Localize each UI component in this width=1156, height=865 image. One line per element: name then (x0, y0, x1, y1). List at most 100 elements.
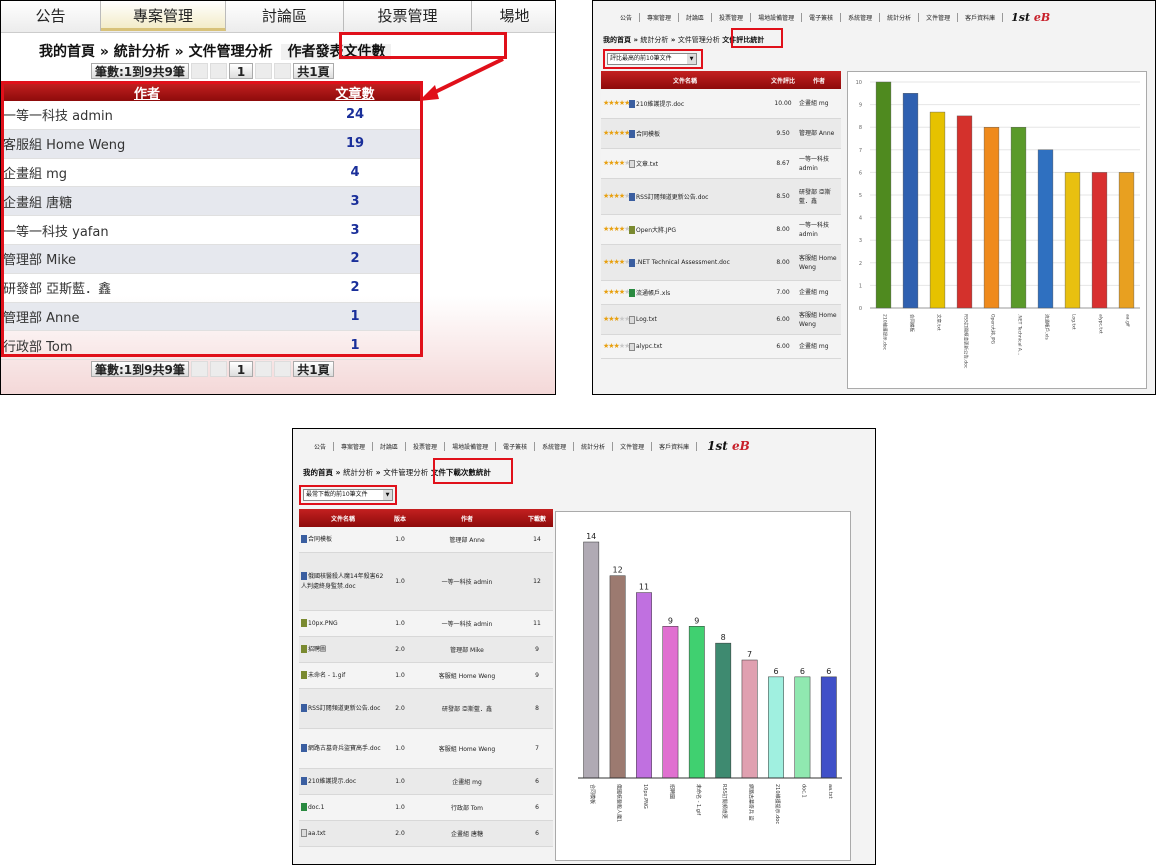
column-header-version[interactable]: 版本 (387, 514, 413, 523)
next-page-button[interactable] (255, 361, 273, 377)
file-name-link[interactable]: Open大將.JPG (636, 225, 676, 234)
last-page-button[interactable] (274, 63, 292, 79)
breadcrumb-file-mgmt[interactable]: 文件管理分析 (189, 44, 273, 60)
nav-item[interactable]: 系統管理 (841, 12, 881, 22)
next-page-button[interactable] (255, 63, 273, 79)
nav-item[interactable]: 場地設備管理 (751, 12, 803, 22)
bar[interactable] (983, 127, 1000, 309)
filename-cell: ★★★★★ RSS訂閱頻道更新公告.doc (601, 192, 769, 201)
file-name-link[interactable]: 10px.PNG (308, 620, 338, 627)
nav-item[interactable]: 電子簽核 (496, 441, 536, 451)
bar[interactable] (875, 81, 892, 309)
last-page-button[interactable] (274, 361, 292, 377)
breadcrumb-file-mgmt[interactable]: 文件管理分析 (383, 468, 428, 477)
bar[interactable] (1037, 149, 1054, 309)
column-header-author[interactable]: 作者 (797, 76, 841, 85)
file-name-link[interactable]: 俄國核醫殺人魔14年殺害62人判處終身監禁.doc (301, 573, 383, 590)
file-name-link[interactable]: 網路古墓奇兵盜寶高手.doc (308, 745, 381, 752)
nav-item[interactable]: 統計分析 (574, 441, 614, 451)
bar[interactable] (715, 642, 732, 779)
first-page-button[interactable] (190, 361, 208, 377)
file-name-link[interactable]: 文章.txt (636, 159, 658, 168)
breadcrumb-home[interactable]: 我的首頁 (303, 468, 333, 477)
table-header: 文件名稱 文件評比 作者 (601, 71, 841, 89)
nav-item[interactable]: 電子簽核 (802, 12, 842, 22)
bar[interactable] (688, 626, 705, 779)
nav-item[interactable]: 客戶資料庫 (958, 12, 1004, 22)
x-tick-label: aa.txt (827, 784, 833, 799)
current-page[interactable]: 1 (228, 361, 254, 377)
nav-item[interactable]: 專案管理 (334, 441, 374, 451)
column-header-author[interactable]: 作者 (413, 514, 521, 523)
nav-item[interactable]: 公告 (613, 12, 641, 22)
bar[interactable] (1010, 127, 1027, 309)
nav-item-venue[interactable]: 場地 (472, 1, 555, 31)
nav-item[interactable]: 文件管理 (613, 441, 653, 451)
file-name-link[interactable]: doc.1 (308, 804, 325, 811)
bar[interactable] (820, 676, 837, 779)
file-name-link[interactable]: Log.txt (636, 316, 657, 323)
bar[interactable] (1064, 172, 1081, 309)
breadcrumb-analysis[interactable]: 統計分析 (640, 36, 668, 44)
breadcrumb-analysis[interactable]: 統計分析 (343, 468, 373, 477)
bar[interactable] (1118, 172, 1135, 309)
first-page-button[interactable] (190, 63, 208, 79)
column-header-filename[interactable]: 文件名稱 (601, 76, 769, 85)
current-page[interactable]: 1 (228, 63, 254, 79)
file-name-link[interactable]: alypc.txt (636, 343, 662, 350)
nav-item[interactable]: 統計分析 (880, 12, 920, 22)
download-count-cell: 7 (535, 745, 539, 752)
bar[interactable] (583, 541, 600, 779)
file-name-link[interactable]: 210維護提示.doc (308, 778, 356, 785)
column-header-downloads[interactable]: 下載數 (521, 514, 553, 523)
file-name-link[interactable]: 合同模板 (308, 536, 332, 543)
filename-cell: aa.txt (299, 829, 387, 839)
breadcrumb-home[interactable]: 我的首頁 (39, 44, 95, 60)
bar[interactable] (768, 676, 784, 779)
bar[interactable] (609, 575, 626, 779)
file-name-link[interactable]: aa.txt (308, 830, 326, 837)
file-name-link[interactable]: RSS訂閱頻道更新公告.doc (636, 192, 708, 201)
file-name-link[interactable]: 合同模板 (636, 129, 660, 138)
file-name-link[interactable]: 210維護提示.doc (636, 99, 684, 108)
nav-item[interactable]: 系統管理 (535, 441, 575, 451)
bar[interactable] (794, 676, 811, 779)
nav-item[interactable]: 投票管理 (406, 441, 446, 451)
bar[interactable] (1091, 172, 1108, 309)
version-cell: 2.0 (395, 705, 405, 712)
nav-item[interactable]: 投票管理 (712, 12, 752, 22)
y-tick-label: 7 (859, 148, 862, 154)
nav-item-project[interactable]: 專案管理 (101, 1, 226, 31)
bar[interactable] (956, 115, 973, 309)
file-name-link[interactable]: RSS訂閱頻道更新公告.doc (308, 705, 380, 712)
filename-cell: 網路古墓奇兵盜寶高手.doc (299, 744, 387, 754)
bar[interactable] (929, 111, 946, 309)
bar[interactable] (902, 93, 919, 309)
x-tick-label: 文章.txt (936, 314, 943, 331)
column-header-filename[interactable]: 文件名稱 (299, 514, 387, 523)
nav-item[interactable]: 討論區 (373, 441, 407, 451)
prev-page-button[interactable] (209, 361, 227, 377)
nav-item-vote[interactable]: 投票管理 (344, 1, 472, 31)
breadcrumb-analysis[interactable]: 統計分析 (114, 44, 170, 60)
prev-page-button[interactable] (209, 63, 227, 79)
score-cell: 10.00 (774, 100, 792, 107)
breadcrumb-home[interactable]: 我的首頁 (603, 36, 631, 44)
file-name-link[interactable]: 流通帳戶.xls (636, 288, 670, 297)
nav-item[interactable]: 場地設備管理 (445, 441, 497, 451)
file-name-link[interactable]: 招聘圖 (308, 646, 326, 653)
nav-item[interactable]: 文件管理 (919, 12, 959, 22)
bar[interactable] (662, 626, 679, 779)
bar[interactable] (741, 659, 758, 779)
breadcrumb-file-mgmt[interactable]: 文件管理分析 (678, 36, 720, 44)
nav-item[interactable]: 討論區 (679, 12, 713, 22)
column-header-score[interactable]: 文件評比 (769, 76, 797, 85)
nav-item[interactable]: 客戶資料庫 (652, 441, 698, 451)
file-name-link[interactable]: 未命名 - 1.gif (308, 672, 345, 679)
bar[interactable] (636, 592, 652, 779)
nav-item[interactable]: 專案管理 (640, 12, 680, 22)
nav-item-announcement[interactable]: 公告 (1, 1, 101, 31)
nav-item-forum[interactable]: 討論區 (226, 1, 344, 31)
file-name-link[interactable]: .NET Technical Assessment.doc (636, 259, 730, 266)
nav-item[interactable]: 公告 (307, 441, 335, 451)
